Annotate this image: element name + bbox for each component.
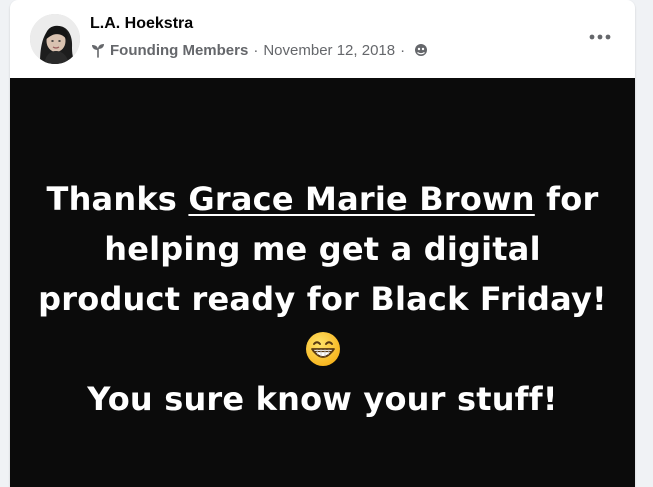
member-badge[interactable]: Founding Members	[110, 42, 248, 59]
globe-icon[interactable]	[414, 43, 428, 57]
mention-link[interactable]: Grace Marie Brown	[188, 180, 534, 218]
author-name[interactable]: L.A. Hoekstra	[90, 15, 193, 33]
post-header: L.A. Hoekstra Founding Members · Novembe…	[10, 0, 635, 78]
meta-separator: ·	[253, 41, 259, 59]
post-meta: Founding Members · November 12, 2018 ·	[90, 41, 428, 59]
post-text: Thanks Grace Marie Brown for helping me …	[10, 174, 635, 424]
post-line-3: product ready for Black Friday!	[38, 280, 607, 318]
post-line-1-start: Thanks	[46, 180, 189, 218]
post-date[interactable]: November 12, 2018	[263, 42, 395, 59]
post-line-1-end: for	[534, 180, 599, 218]
meta-separator-2: ·	[400, 41, 406, 59]
sprout-icon	[92, 44, 104, 58]
more-horizontal-icon	[589, 34, 611, 40]
post-card: L.A. Hoekstra Founding Members · Novembe…	[10, 0, 635, 487]
emoji-line	[10, 324, 635, 374]
grinning-face-emoji	[305, 332, 340, 366]
post-line-5: You sure know your stuff!	[87, 380, 558, 418]
avatar[interactable]	[30, 14, 80, 64]
avatar-image	[30, 14, 80, 64]
post-content-background: Thanks Grace Marie Brown for helping me …	[10, 78, 635, 487]
post-line-1: Thanks Grace Marie Brown for	[10, 174, 635, 224]
more-options-button[interactable]	[587, 26, 613, 48]
post-line-2: helping me get a digital	[104, 230, 541, 268]
